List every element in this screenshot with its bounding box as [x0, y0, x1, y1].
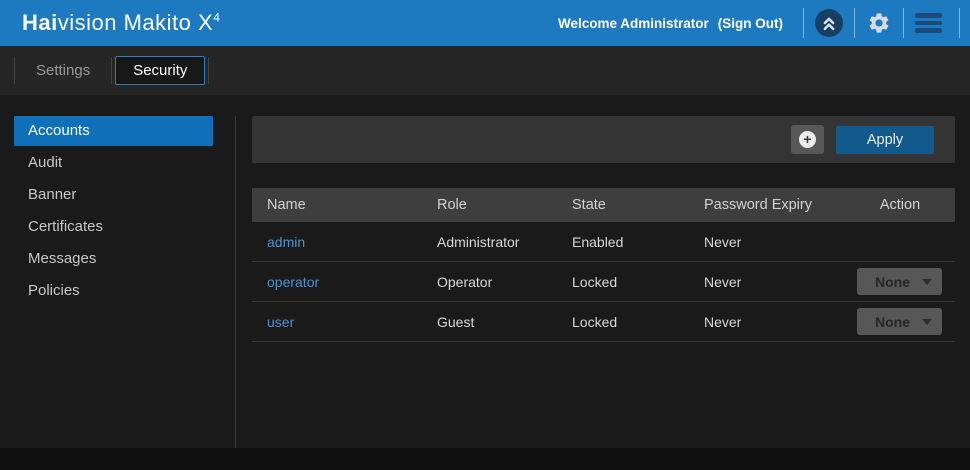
state-cell: Enabled	[572, 234, 704, 250]
topbar-divider	[803, 8, 804, 38]
password-expiry-cell: Never	[704, 274, 845, 290]
brand-bold: Hai	[22, 10, 58, 35]
chevron-down-icon	[922, 319, 932, 325]
column-header-action: Action	[845, 197, 955, 213]
accounts-table: Name Role State Password Expiry Action a…	[252, 188, 955, 342]
sidebar-item-accounts[interactable]: Accounts	[14, 116, 213, 146]
main-area: Accounts Audit Banner Certificates Messa…	[0, 95, 970, 448]
password-expiry-cell: Never	[704, 314, 845, 330]
account-link-admin[interactable]: admin	[267, 234, 305, 250]
column-header-password-expiry: Password Expiry	[704, 197, 845, 213]
table-row: admin Administrator Enabled Never	[252, 222, 955, 262]
table-row: operator Operator Locked Never None	[252, 262, 955, 302]
topbar-divider	[903, 8, 904, 38]
status-button[interactable]	[815, 9, 843, 37]
tab-divider	[208, 57, 209, 84]
add-account-button[interactable]: +	[791, 125, 824, 154]
column-header-role: Role	[437, 197, 572, 213]
sidebar-item-banner[interactable]: Banner	[14, 180, 213, 210]
footer-bar	[0, 448, 970, 470]
settings-gear-button[interactable]	[866, 10, 892, 36]
sidebar-item-certificates[interactable]: Certificates	[14, 212, 213, 242]
action-dropdown-value: None	[875, 274, 910, 290]
brand-sup: 4	[213, 11, 220, 25]
account-link-operator[interactable]: operator	[267, 274, 319, 290]
password-expiry-cell: Never	[704, 234, 845, 250]
brand-light: vision Makito X	[58, 10, 213, 35]
state-cell: Locked	[572, 274, 704, 290]
welcome-label: Welcome Administrator	[558, 16, 709, 31]
sidebar-divider	[235, 116, 236, 448]
sign-out-link[interactable]: (Sign Out)	[718, 16, 783, 31]
role-cell: Administrator	[437, 234, 572, 250]
tab-divider	[111, 57, 112, 84]
tab-security[interactable]: Security	[115, 56, 205, 85]
sidebar: Accounts Audit Banner Certificates Messa…	[0, 95, 235, 448]
top-bar-right: Welcome Administrator (Sign Out)	[558, 0, 970, 46]
role-cell: Guest	[437, 314, 572, 330]
role-cell: Operator	[437, 274, 572, 290]
sidebar-item-policies[interactable]: Policies	[14, 276, 213, 306]
welcome-text: Welcome Administrator (Sign Out)	[558, 16, 783, 31]
plus-circle-icon: +	[799, 131, 816, 148]
action-dropdown-value: None	[875, 314, 910, 330]
content-area: + Apply Name Role State Password Expiry …	[252, 95, 955, 448]
gear-icon	[867, 11, 891, 35]
sidebar-item-messages[interactable]: Messages	[14, 244, 213, 274]
tab-settings[interactable]: Settings	[15, 56, 111, 85]
table-row: user Guest Locked Never None	[252, 302, 955, 342]
hamburger-menu-button[interactable]	[915, 13, 942, 33]
state-cell: Locked	[572, 314, 704, 330]
brand-logo: Haivision Makito X4	[22, 10, 220, 36]
action-cell: None	[845, 268, 955, 295]
action-dropdown[interactable]: None	[857, 268, 942, 295]
top-bar: Haivision Makito X4 Welcome Administrato…	[0, 0, 970, 46]
tab-bar: Settings Security	[0, 46, 970, 95]
apply-button[interactable]: Apply	[836, 126, 934, 154]
account-link-user[interactable]: user	[267, 314, 294, 330]
sidebar-item-audit[interactable]: Audit	[14, 148, 213, 178]
action-cell: None	[845, 308, 955, 335]
hamburger-icon	[915, 13, 942, 18]
topbar-divider	[854, 8, 855, 38]
column-header-name: Name	[252, 197, 437, 213]
double-chevron-up-icon	[819, 13, 839, 33]
column-header-state: State	[572, 197, 704, 213]
chevron-down-icon	[922, 279, 932, 285]
topbar-divider	[959, 8, 960, 38]
action-dropdown[interactable]: None	[857, 308, 942, 335]
table-header-row: Name Role State Password Expiry Action	[252, 188, 955, 222]
accounts-toolbar: + Apply	[252, 116, 955, 163]
